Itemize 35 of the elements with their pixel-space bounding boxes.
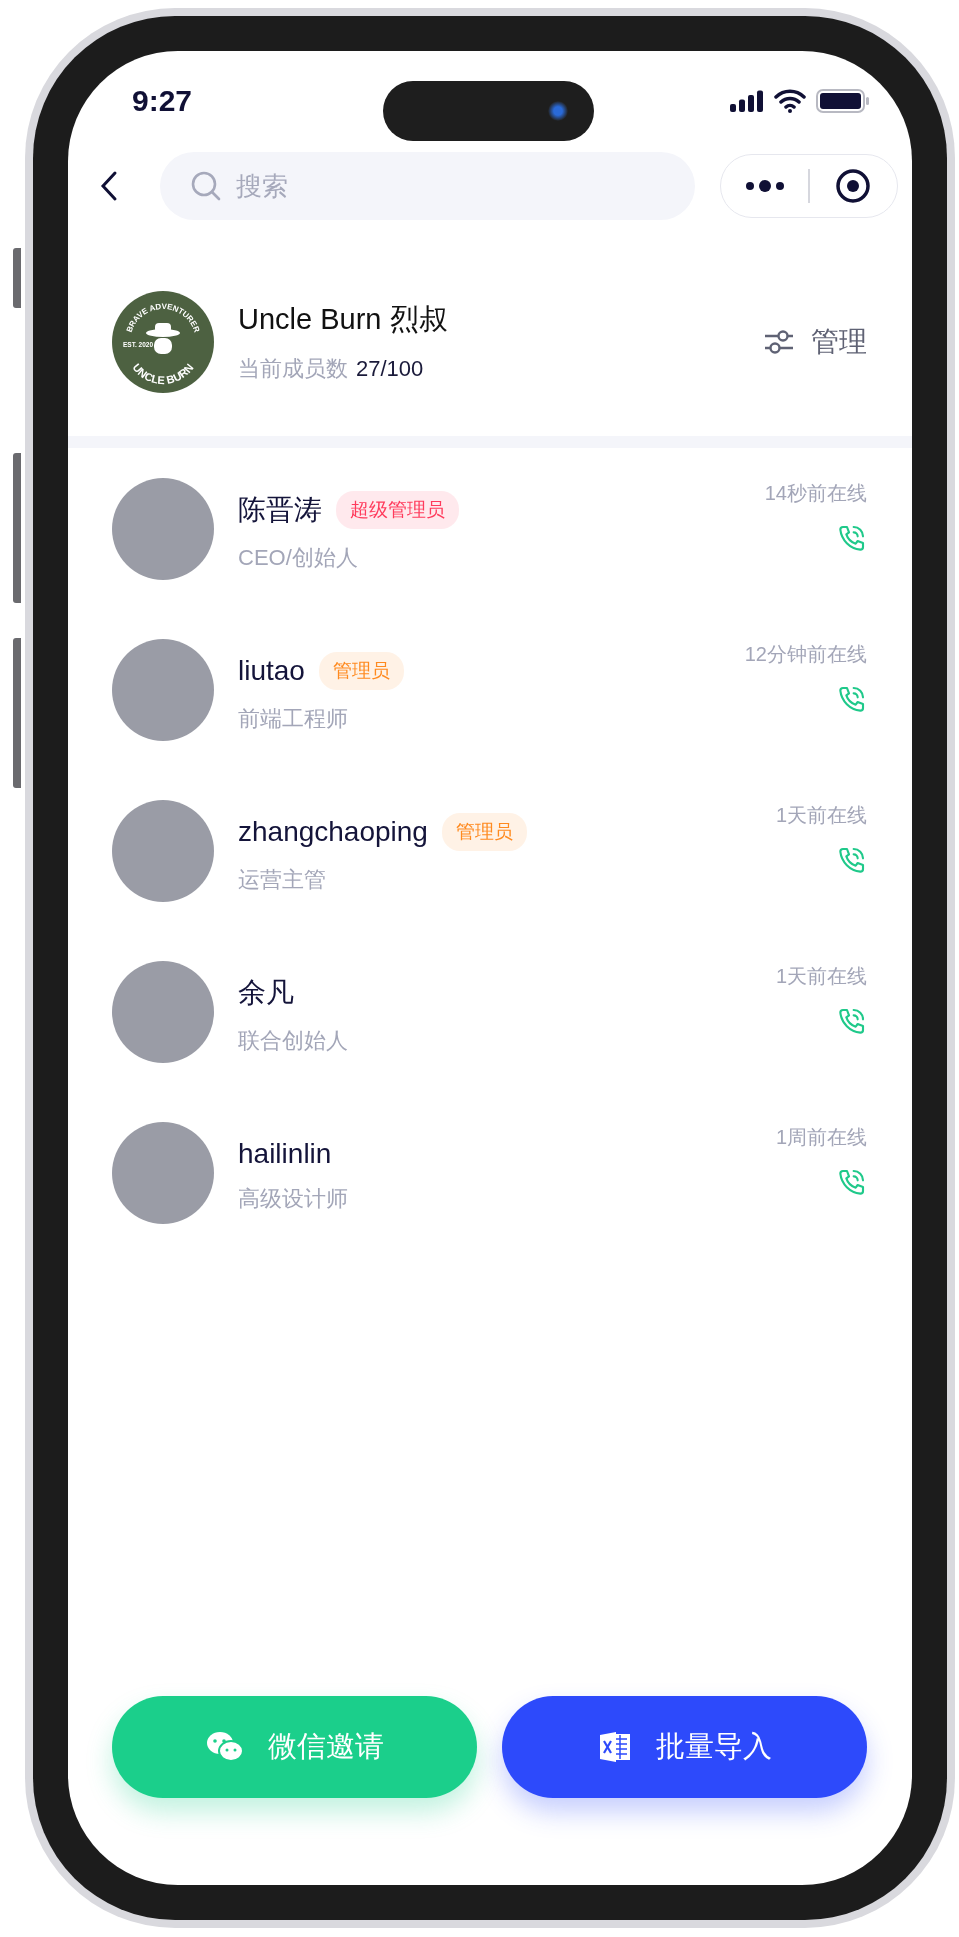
member-title: CEO/创始人 [238,543,359,572]
last-online-time: 14秒前在线 [764,481,867,506]
spreadsheet-icon [597,1730,632,1764]
search-icon [190,170,222,202]
member-name: hailinlin [238,1137,332,1170]
member-count-label: 当前成员数 [238,354,348,383]
import-button[interactable]: 批量导入 [502,1696,867,1798]
member-name: 陈晋涛 [238,492,322,527]
member-name: liutao [238,654,305,687]
member-name: 余凡 [238,975,294,1010]
sliders-icon [763,327,795,356]
member-title: 联合创始人 [238,1026,349,1055]
more-dots-icon [744,179,785,193]
member-count: 27/100 [356,355,424,382]
battery-icon [816,89,870,113]
last-online-time: 1天前在线 [775,964,867,989]
group-name: Uncle Burn 烈叔 [238,301,448,337]
role-badge: 超级管理员 [336,490,459,529]
status-time: 9:27 [132,84,193,118]
member-title: 高级设计师 [238,1184,349,1213]
member-title: 运营主管 [238,865,327,894]
last-online-time: 1周前在线 [775,1125,867,1150]
target-icon [835,168,872,204]
search-field[interactable]: 搜索 [234,169,638,203]
role-badge: 管理员 [318,651,404,690]
wifi-icon [774,89,806,113]
signal-icon [730,90,764,112]
last-online-time: 1天前在线 [775,803,867,828]
role-badge: 管理员 [441,812,527,851]
member-name: zhangchaoping [238,815,428,848]
last-online-time: 12分钟前在线 [744,642,867,667]
manage-button[interactable]: 管理 [763,322,867,361]
search-bar[interactable]: 搜索 [160,152,695,220]
member-title: 前端工程师 [238,704,349,733]
chat-bubbles-icon [205,1731,244,1763]
